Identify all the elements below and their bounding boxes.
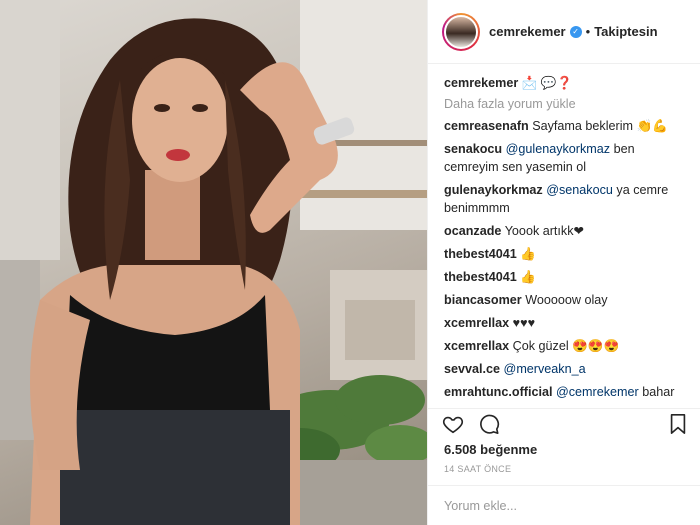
comment-mention-link[interactable]: @cemrekemer [556, 385, 639, 399]
comment-item: xcemrellax Çok güzel 😍😍😍 [444, 337, 686, 355]
comment-text: Wooooow olay [525, 293, 608, 307]
comment-item: cemreasenafn Sayfama beklerim 👏💪 [444, 117, 686, 135]
likes-count[interactable]: 6.508 beğenme [444, 442, 537, 457]
comment-text: ♥♥♥ [512, 316, 536, 330]
comment-username[interactable]: xcemrellax [444, 316, 509, 330]
post-header: cemrekemer ✓ • Takiptesin [428, 0, 700, 64]
heart-icon[interactable] [442, 413, 464, 440]
comment-item: thebest4041 👍 [444, 268, 686, 286]
caption: cemrekemer 📩 💬❓ [444, 74, 686, 92]
bookmark-icon[interactable] [668, 413, 688, 440]
comment-mention-link[interactable]: @merveakn_a [504, 362, 586, 376]
post-actions-bar [428, 408, 700, 436]
caption-username[interactable]: cemrekemer [444, 76, 518, 90]
comment-mention-link[interactable]: @senakocu [546, 183, 613, 197]
post-photo[interactable] [0, 0, 427, 525]
post-photo-illustration [0, 0, 427, 525]
avatar[interactable] [442, 12, 480, 51]
comment-username[interactable]: ocanzade [444, 224, 501, 238]
comment-username[interactable]: cemreasenafn [444, 119, 529, 133]
comment-text: Yoook artıkk❤ [504, 224, 585, 238]
comment-text: Sayfama beklerim 👏💪 [532, 119, 668, 133]
comment-username[interactable]: emrahtunc.official [444, 385, 552, 399]
comment-item: ocanzade Yoook artıkk❤ [444, 222, 686, 240]
comment-item: thebest4041 👍 [444, 245, 686, 263]
comment-item: sevval.ce @merveakn_a [444, 360, 686, 378]
comment-item: gulenaykorkmaz @senakocu ya cemre benimm… [444, 181, 686, 217]
comment-username[interactable]: xcemrellax [444, 339, 509, 353]
comment-item: biancasomer Wooooow olay [444, 291, 686, 309]
comment-username[interactable]: senakocu [444, 142, 502, 156]
add-comment-bar [428, 485, 700, 525]
post-sidebar: cemrekemer ✓ • Takiptesin cemrekemer 📩 💬… [427, 0, 700, 525]
comment-text: 👍 [520, 247, 536, 261]
verified-badge-icon: ✓ [569, 25, 582, 38]
comment-username[interactable]: thebest4041 [444, 247, 517, 261]
comment-icon[interactable] [478, 413, 500, 440]
caption-text: 📩 💬❓ [521, 76, 573, 90]
following-button[interactable]: Takiptesin [594, 24, 657, 39]
comment-username[interactable]: gulenaykorkmaz [444, 183, 543, 197]
comment-item: xcemrellax ♥♥♥ [444, 314, 686, 332]
comment-username[interactable]: thebest4041 [444, 270, 517, 284]
load-more-comments-button[interactable]: Daha fazla yorum yükle [444, 97, 686, 111]
post-timestamp: 14 SAAT ÖNCE [444, 464, 512, 474]
comment-item: emrahtunc.official @cemrekemer bahar gel… [444, 383, 686, 404]
post-username[interactable]: cemrekemer [489, 24, 566, 39]
comment-username[interactable]: sevval.ce [444, 362, 500, 376]
comment-text: Çok güzel 😍😍😍 [512, 339, 620, 353]
comment-item: senakocu @gulenaykorkmaz ben cemreyim se… [444, 140, 686, 176]
comment-mention-link[interactable]: @gulenaykorkmaz [506, 142, 610, 156]
separator-dot: • [585, 24, 591, 39]
comments-list: cemrekemer 📩 💬❓ Daha fazla yorum yükle c… [428, 64, 700, 404]
comment-input[interactable] [444, 498, 684, 513]
comment-text: 👍 [520, 270, 536, 284]
comment-username[interactable]: biancasomer [444, 293, 522, 307]
